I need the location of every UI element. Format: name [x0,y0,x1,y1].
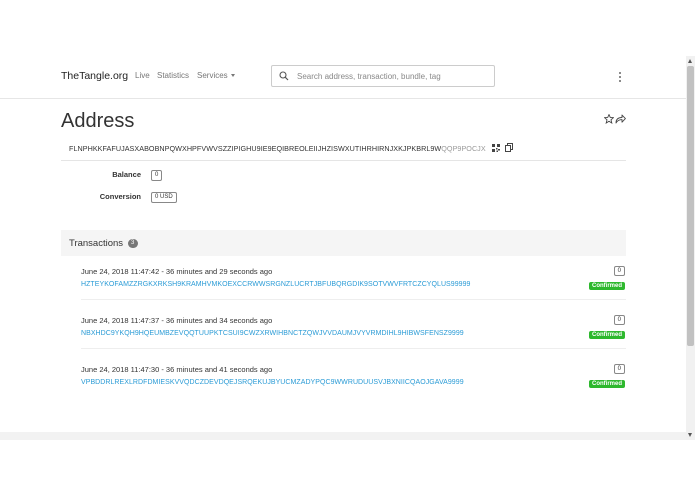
star-icon[interactable] [604,114,614,124]
divider [61,160,626,161]
qr-code-icon[interactable] [492,144,500,152]
transaction-time: June 24, 2018 11:47:42 - 36 minutes and … [81,267,273,276]
transaction-hash-link[interactable]: HZTEYKOFAMZZRGKXRKSH9KRAMHVMKOEXCCRWWSRG… [81,281,471,288]
transaction-row: June 24, 2018 11:47:42 - 36 minutes and … [81,266,626,300]
transaction-value: 0 [613,364,625,374]
scroll-up-arrow-icon[interactable] [688,59,692,63]
status-badge: Confirmed [589,282,625,290]
transaction-value: 0 [613,315,625,325]
transaction-hash-link[interactable]: VPBDDRLREXLRDFDMIESKVVQDCZDEVDQEJSRQEKUJ… [81,379,464,386]
transaction-row: June 24, 2018 11:47:30 - 36 minutes and … [81,364,626,398]
page-title: Address [61,110,135,132]
caret-down-icon [230,74,235,78]
address-main: FLNPHKKFAFUJASXABOBNPQWXHPFVWVSZZIPIGHU9… [69,144,442,153]
transaction-time: June 24, 2018 11:47:37 - 36 minutes and … [81,316,273,325]
nav-statistics[interactable]: Statistics [157,71,189,80]
browser-viewport: TheTangle.org Live Statistics Services A… [0,56,686,440]
footer-band [0,432,686,440]
address-checksum: QQP9POCJX [441,144,486,153]
balance-label: Balance [112,170,141,179]
address-hash: FLNPHKKFAFUJASXABOBNPQWXHPFVWVSZZIPIGHU9… [69,144,486,153]
copy-icon[interactable] [505,143,513,152]
balance-value: 0 [151,170,163,181]
transactions-count-badge: 3 [127,238,138,248]
transaction-value: 0 [613,266,625,276]
transactions-title-text: Transactions [69,238,124,249]
status-badge: Confirmed [589,380,625,388]
brand-logo[interactable]: TheTangle.org [61,70,128,82]
scrollbar-thumb[interactable] [687,66,694,346]
search-box[interactable] [271,65,495,87]
nav-services-label: Services [197,71,228,80]
status-badge: Confirmed [589,331,625,339]
transactions-title: Transactions 3 [69,238,138,249]
transaction-hash-link[interactable]: NBXHDC9YKQH9HQEUMBZEVQQTUUPKTCSUI9CWZXRW… [81,330,464,337]
transactions-header: Transactions 3 [61,230,626,256]
conversion-value: 0 USD [151,192,177,203]
nav-services-dropdown[interactable]: Services [197,71,235,80]
search-input[interactable] [297,70,487,83]
conversion-label: Conversion [99,192,141,201]
navbar: TheTangle.org Live Statistics Services [0,56,686,99]
nav-live[interactable]: Live [135,71,150,80]
scroll-down-arrow-icon[interactable] [688,433,692,437]
transaction-row: June 24, 2018 11:47:37 - 36 minutes and … [81,315,626,349]
share-icon[interactable] [615,114,626,124]
vertical-scrollbar[interactable] [686,56,695,440]
search-icon [279,71,289,81]
kebab-menu-icon[interactable] [616,71,624,83]
transaction-time: June 24, 2018 11:47:30 - 36 minutes and … [81,365,273,374]
